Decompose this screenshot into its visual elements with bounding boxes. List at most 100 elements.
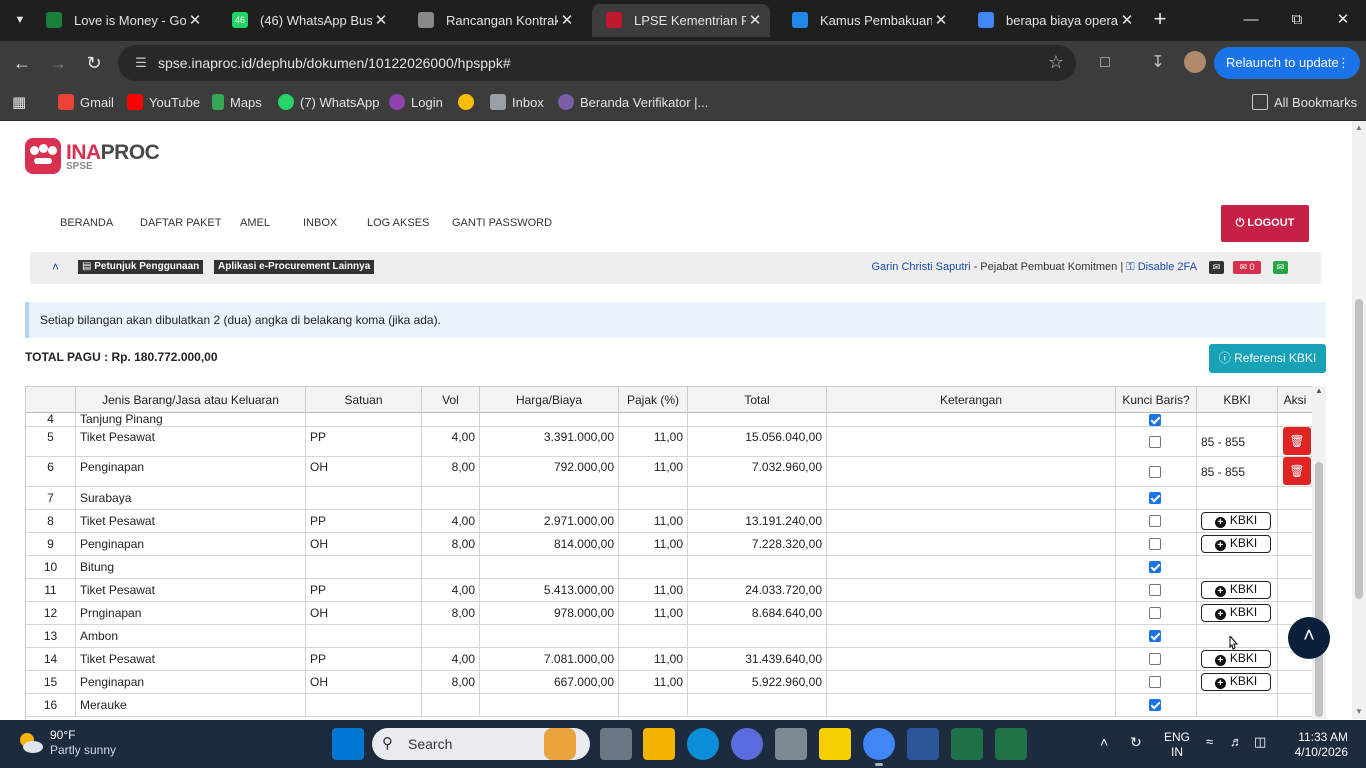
page-scroll-up-icon[interactable]: ▲	[1352, 123, 1366, 132]
lock-row-checkbox[interactable]	[1149, 676, 1161, 688]
wifi-icon[interactable]: ≈	[1206, 734, 1213, 749]
menu-dots-icon[interactable]: ⋮	[1337, 47, 1350, 79]
bookmark-login[interactable]: Login	[389, 88, 443, 118]
reload-icon[interactable]: ↻	[82, 51, 106, 75]
mail-count-badge[interactable]: ✉ 0	[1233, 261, 1261, 274]
add-kbki-button[interactable]: + KBKI	[1201, 650, 1271, 668]
partly-sunny-icon[interactable]	[16, 730, 44, 756]
delete-row-icon[interactable]: 🗑	[1283, 427, 1311, 455]
download-icon[interactable]: ↧	[1146, 51, 1170, 75]
camera-icon[interactable]	[775, 728, 807, 760]
task-view-icon[interactable]	[600, 728, 632, 760]
nav-ganti-password[interactable]: GANTI PASSWORD	[452, 217, 552, 229]
lock-row-checkbox[interactable]	[1149, 584, 1161, 596]
minimize-icon[interactable]: —	[1228, 0, 1274, 40]
lock-row-checkbox[interactable]	[1149, 538, 1161, 550]
forward-icon[interactable]: →	[46, 51, 70, 75]
tab-close-icon[interactable]: ✕	[372, 4, 390, 37]
nav-amel[interactable]: AMEL	[240, 217, 270, 229]
bookmark-maps[interactable]: Maps	[212, 88, 262, 118]
nav-daftar-paket[interactable]: DAFTAR PAKET	[140, 217, 222, 229]
bookmark-whatsapp[interactable]: (7) WhatsApp	[278, 88, 379, 118]
site-info-icon[interactable]: ☰	[132, 54, 150, 72]
address-bar[interactable]: ☰ spse.inaproc.id/dephub/dokumen/1012202…	[118, 45, 1076, 81]
relaunch-button[interactable]: Relaunch to update ⋮	[1214, 47, 1360, 79]
volume-icon[interactable]: ♬	[1230, 734, 1243, 749]
lock-row-checkbox[interactable]	[1149, 607, 1161, 619]
browser-tab[interactable]: 46 (46) WhatsApp Busin ✕	[218, 4, 396, 37]
tab-close-icon[interactable]: ✕	[932, 4, 950, 37]
inaproc-logo-icon[interactable]	[25, 138, 61, 174]
scroll-up-arrow-icon[interactable]: ▲	[1312, 386, 1326, 395]
profile-avatar[interactable]	[1184, 51, 1206, 73]
disable-2fa-link[interactable]: Disable 2FA	[1138, 261, 1197, 273]
table-scroll-thumb[interactable]	[1315, 462, 1323, 717]
lock-row-checkbox[interactable]	[1149, 435, 1161, 448]
browser-tab[interactable]: LPSE Kementrian Perh✕	[592, 4, 770, 37]
lock-row-checkbox[interactable]	[1149, 515, 1161, 527]
new-tab-button[interactable]: +	[1148, 8, 1172, 32]
scroll-to-top-button[interactable]: ˄	[1288, 617, 1330, 659]
browser-tab[interactable]: berapa biaya operasi ✕	[964, 4, 1142, 37]
apps-grid-icon[interactable]: ▦	[12, 88, 26, 118]
add-kbki-button[interactable]: + KBKI	[1201, 604, 1271, 622]
excel-icon[interactable]	[995, 728, 1027, 760]
sync-icon[interactable]: ↻	[1130, 734, 1142, 751]
bookmark-youtube[interactable]: YouTube	[127, 88, 200, 118]
lock-row-checkbox[interactable]	[1149, 414, 1161, 426]
page-scroll-thumb[interactable]	[1355, 299, 1363, 599]
lock-row-checkbox[interactable]	[1149, 653, 1161, 665]
start-windows-icon[interactable]	[332, 728, 364, 760]
bookmark-inbox[interactable]: Inbox	[490, 88, 544, 118]
bookmark-photos[interactable]	[458, 88, 480, 118]
app-swirl-icon[interactable]	[731, 728, 763, 760]
tab-close-icon[interactable]: ✕	[746, 4, 764, 37]
browser-tab[interactable]: Rancangan Kontrak P✕	[404, 4, 582, 37]
page-scrollbar[interactable]: ▲ ▼	[1352, 121, 1366, 719]
nav-log-akses[interactable]: LOG AKSES	[367, 217, 429, 229]
lock-row-checkbox[interactable]	[1149, 630, 1161, 642]
table-scrollbar[interactable]: ▲	[1312, 386, 1326, 719]
page-scroll-down-icon[interactable]: ▼	[1352, 707, 1366, 716]
lock-row-checkbox[interactable]	[1149, 699, 1161, 711]
sticky-notes-icon[interactable]	[819, 728, 851, 760]
edge-icon[interactable]	[687, 728, 719, 760]
maximize-icon[interactable]: ⧉	[1274, 0, 1320, 40]
bookmark-star-icon[interactable]: ☆	[1048, 52, 1064, 73]
tray-chevron-icon[interactable]: ˄	[1100, 734, 1108, 750]
browser-tab[interactable]: Love is Money - Goo ✕	[32, 4, 210, 37]
user-name[interactable]: Garin Christi Saputri	[871, 261, 970, 273]
nav-beranda[interactable]: BERANDA	[60, 217, 113, 229]
browser-tab[interactable]: Kamus Pembakuan Sti✕	[778, 4, 956, 37]
delete-row-icon[interactable]: 🗑	[1283, 457, 1311, 485]
add-kbki-button[interactable]: + KBKI	[1201, 581, 1271, 599]
referensi-kbki-button[interactable]: ⓘ Referensi KBKI	[1209, 344, 1326, 373]
add-kbki-button[interactable]: + KBKI	[1201, 512, 1271, 530]
add-kbki-button[interactable]: + KBKI	[1201, 673, 1271, 691]
url-text[interactable]: spse.inaproc.id/dephub/dokumen/101220260…	[158, 45, 511, 81]
tab-search-icon[interactable]: ▼	[8, 8, 32, 32]
word-icon[interactable]	[907, 728, 939, 760]
bookmark-beranda-verifikator[interactable]: Beranda Verifikator |...	[558, 88, 708, 118]
lock-row-checkbox[interactable]	[1149, 561, 1161, 573]
file-explorer-icon[interactable]	[643, 728, 675, 760]
close-window-icon[interactable]: ✕	[1320, 0, 1366, 40]
all-bookmarks[interactable]: All Bookmarks	[1252, 88, 1357, 118]
tab-close-icon[interactable]: ✕	[558, 4, 576, 37]
logout-button[interactable]: ⏻ LOGOUT	[1221, 205, 1309, 242]
nav-inbox[interactable]: INBOX	[303, 217, 337, 229]
weather-widget[interactable]: 90°F Partly sunny	[50, 728, 116, 758]
lock-row-checkbox[interactable]	[1149, 465, 1161, 478]
add-kbki-button[interactable]: + KBKI	[1201, 535, 1271, 553]
lock-row-checkbox[interactable]	[1149, 492, 1161, 504]
tab-close-icon[interactable]: ✕	[186, 4, 204, 37]
guide-link[interactable]: ▤ Petunjuk Penggunaan	[78, 260, 204, 274]
tab-close-icon[interactable]: ✕	[1118, 4, 1136, 37]
bookmark-gmail[interactable]: Gmail	[58, 88, 114, 118]
envelope-icon[interactable]: ✉	[1209, 261, 1224, 274]
chrome-icon[interactable]	[863, 728, 895, 760]
collapse-chevron-icon[interactable]: ˄	[52, 260, 59, 274]
battery-icon[interactable]: ◫	[1254, 734, 1266, 750]
calculator-icon[interactable]	[951, 728, 983, 760]
back-icon[interactable]: ←	[10, 51, 34, 75]
